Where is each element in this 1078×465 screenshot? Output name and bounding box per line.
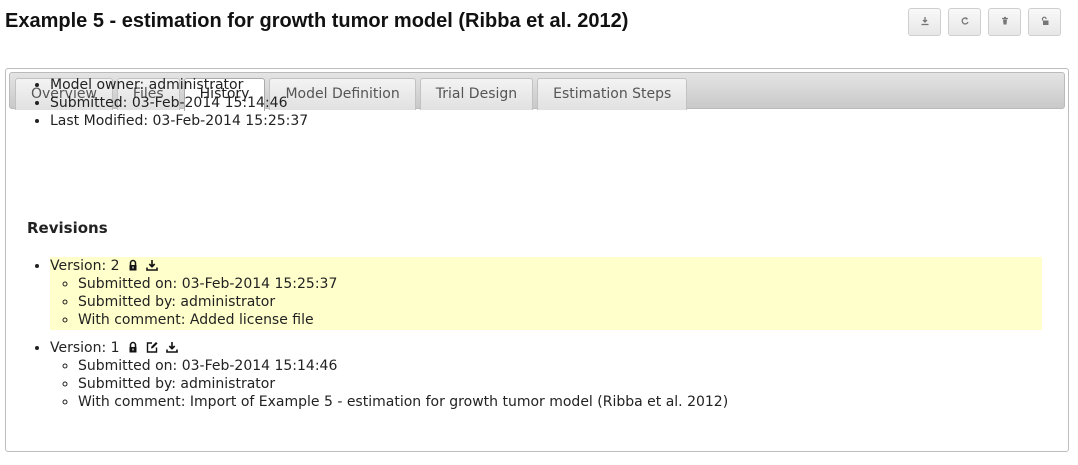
revision-submitted-on: Submitted on: 03-Feb-2014 15:25:37 — [78, 275, 1042, 293]
tab-estimation-steps[interactable]: Estimation Steps — [537, 78, 688, 110]
tab-trial-design[interactable]: Trial Design — [419, 78, 534, 110]
revision-comment: With comment: Added license file — [78, 311, 1042, 329]
lock-icon[interactable] — [127, 341, 139, 353]
revision-details: Submitted on: 03-Feb-2014 15:14:46 Submi… — [50, 357, 1042, 411]
revision-item: Version: 2 Submitted on: 03-Feb-2014 15:… — [50, 257, 1042, 330]
download-icon[interactable] — [146, 259, 159, 271]
download-icon — [920, 14, 930, 30]
revision-version: Version: 1 — [50, 340, 120, 356]
revisions-list: Version: 2 Submitted on: 03-Feb-2014 15:… — [28, 257, 1042, 411]
trash-icon — [1000, 14, 1010, 30]
delete-button[interactable] — [988, 8, 1021, 36]
revision-version: Version: 2 — [50, 258, 120, 274]
download-icon[interactable] — [166, 341, 178, 353]
history-info-list: Model owner: administrator Submitted: 03… — [28, 76, 308, 130]
model-toolbar — [908, 8, 1061, 36]
unlock-icon — [1040, 14, 1050, 30]
page-title: Example 5 - estimation for growth tumor … — [5, 10, 629, 32]
download-button[interactable] — [908, 8, 941, 36]
revision-submitted-by: Submitted by: administrator — [78, 293, 1042, 311]
revision-comment: With comment: Import of Example 5 - esti… — [78, 393, 1042, 411]
refresh-button[interactable] — [948, 8, 981, 36]
revision-submitted-by: Submitted by: administrator — [78, 375, 1042, 393]
revision-submitted-on: Submitted on: 03-Feb-2014 15:14:46 — [78, 357, 1042, 375]
last-modified-date: Last Modified: 03-Feb-2014 15:25:37 — [50, 112, 308, 130]
unlock-button[interactable] — [1028, 8, 1061, 36]
model-owner: Model owner: administrator — [50, 76, 308, 94]
revisions-heading: Revisions — [27, 219, 108, 237]
refresh-icon — [960, 14, 970, 30]
edit-icon[interactable] — [146, 341, 158, 353]
lock-icon[interactable] — [127, 259, 139, 271]
submitted-date: Submitted: 03-Feb-2014 15:14:46 — [50, 94, 308, 112]
revision-item: Version: 1 Submitted on: 03-Feb-2014 15:… — [50, 339, 1042, 411]
revision-details: Submitted on: 03-Feb-2014 15:25:37 Submi… — [50, 275, 1042, 329]
